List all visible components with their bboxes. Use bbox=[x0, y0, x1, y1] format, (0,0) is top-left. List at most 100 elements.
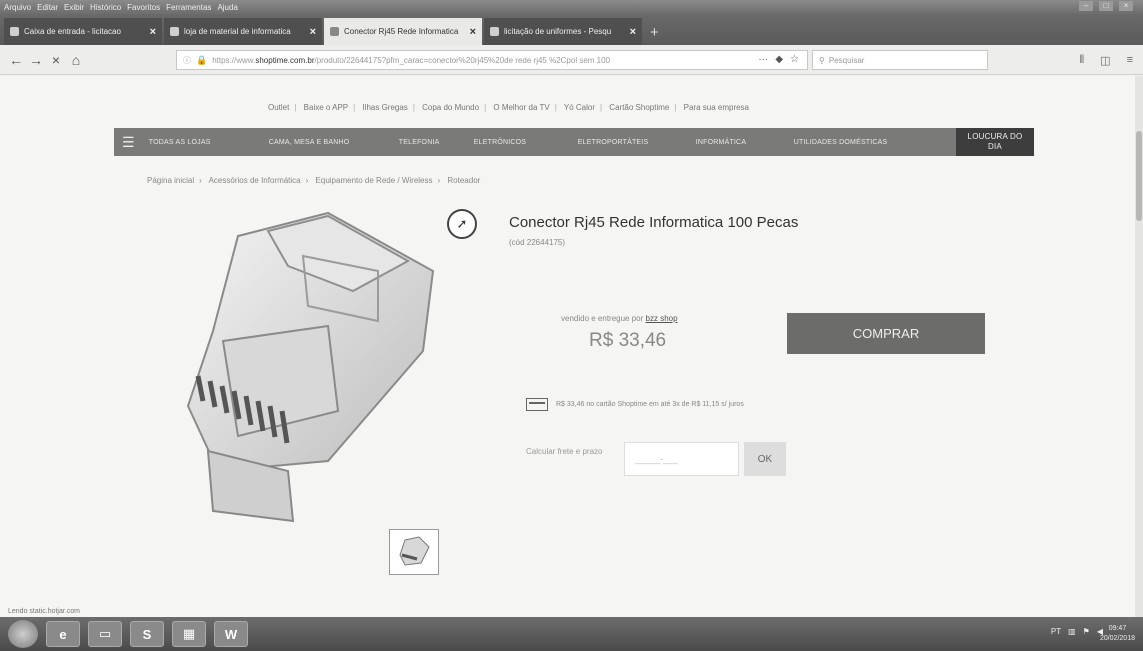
product-price: R$ 33,46 bbox=[589, 330, 667, 351]
flag-icon[interactable]: ⚑ bbox=[1083, 627, 1090, 636]
library-icon[interactable]: ⫴ bbox=[1080, 54, 1085, 67]
menu-burger-icon[interactable]: ☰ bbox=[122, 134, 135, 151]
link-calor[interactable]: Yó Calor bbox=[564, 103, 595, 112]
share-button[interactable]: ➚ bbox=[447, 209, 477, 239]
ie-app-icon[interactable]: e bbox=[46, 621, 80, 647]
menu-view[interactable]: Exibir bbox=[64, 3, 84, 12]
nav-informatica[interactable]: INFORMÁTICA bbox=[696, 139, 794, 146]
breadcrumb-rede[interactable]: Equipamento de Rede / Wireless bbox=[316, 176, 433, 185]
ok-button[interactable]: OK bbox=[744, 442, 786, 476]
close-window-icon[interactable]: × bbox=[1119, 1, 1133, 11]
status-text: Lendo static.hotjar.com bbox=[8, 608, 80, 615]
clock[interactable]: 09:47 20/02/2018 bbox=[1100, 624, 1135, 644]
toolbar-right: ⫴ ◫ ≡ bbox=[1080, 54, 1133, 67]
category-nav: ☰ TODAS AS LOJAS CAMA, MESA E BANHO TELE… bbox=[114, 128, 1034, 156]
share-arrow-icon: ➚ bbox=[456, 216, 468, 231]
breadcrumb-home[interactable]: Página inicial bbox=[147, 176, 194, 185]
google-favicon-icon bbox=[490, 27, 499, 36]
mail-favicon-icon bbox=[10, 27, 19, 36]
tab-search-uniformes[interactable]: licitação de uniformes - Pesqu × bbox=[484, 18, 642, 45]
close-tab-icon[interactable]: × bbox=[150, 26, 156, 38]
menu-bookmarks[interactable]: Favoritos bbox=[127, 3, 160, 12]
browser-menubar: Arquivo Editar Exibir Histórico Favorito… bbox=[0, 0, 1143, 14]
top-links: Outlet | Baixe o APP | Ilhas Gregas | Copa … bbox=[268, 103, 750, 112]
forward-icon[interactable]: → bbox=[26, 52, 46, 68]
start-button[interactable] bbox=[8, 620, 38, 648]
breadcrumb-acessorios[interactable]: Acessórios de Informática bbox=[209, 176, 301, 185]
cep-input[interactable]: _____-___ bbox=[624, 442, 739, 476]
product-image[interactable] bbox=[178, 211, 440, 531]
nav-todas-lojas[interactable]: TODAS AS LOJAS bbox=[149, 139, 269, 146]
link-copa[interactable]: Copa do Mundo bbox=[422, 103, 479, 112]
seller-link[interactable]: bzz shop bbox=[646, 314, 678, 323]
product-thumbnail[interactable] bbox=[389, 529, 439, 575]
seller-info: vendido e entregue por bzz shop bbox=[561, 314, 678, 323]
url-actions: ··· ◆ ☆ bbox=[758, 54, 799, 65]
search-input[interactable]: ⚲ Pesquisar bbox=[812, 50, 988, 70]
shoptime-favicon-icon bbox=[330, 27, 339, 36]
system-tray: PT ▥ ⚑ ◀ bbox=[1051, 627, 1103, 636]
stop-icon[interactable]: × bbox=[46, 52, 66, 68]
promo-loucura-do-dia[interactable]: LOUCURA DO DIA bbox=[956, 128, 1034, 156]
back-icon[interactable]: ← bbox=[6, 52, 26, 68]
link-empresa[interactable]: Para sua empresa bbox=[684, 103, 749, 112]
link-tv[interactable]: O Melhor da TV bbox=[493, 103, 549, 112]
tab-product[interactable]: Conector Rj45 Rede Informatica × bbox=[324, 18, 482, 45]
scrollbar-thumb[interactable] bbox=[1136, 131, 1142, 221]
explorer-app-icon[interactable]: ▭ bbox=[88, 621, 122, 647]
nav-eletronicos[interactable]: ELETRÔNICOS bbox=[474, 139, 578, 146]
installment-info: R$ 33,46 no cartão Shoptime em até 3x de… bbox=[526, 398, 744, 411]
info-icon[interactable]: ⓘ bbox=[183, 55, 191, 66]
page-actions-icon[interactable]: ··· bbox=[758, 54, 768, 65]
tab-title: Caixa de entrada - licitacao bbox=[24, 27, 121, 36]
maximize-icon[interactable]: □ bbox=[1099, 1, 1113, 11]
link-ilhas[interactable]: Ilhas Gregas bbox=[362, 103, 407, 112]
nav-eletroportateis[interactable]: ELETROPORTÁTEIS bbox=[578, 139, 696, 146]
excel-app-icon[interactable]: ▦ bbox=[172, 621, 206, 647]
breadcrumb-roteador[interactable]: Roteador bbox=[447, 176, 480, 185]
installment-text: R$ 33,46 no cartão Shoptime em até 3x de… bbox=[556, 401, 744, 408]
tab-strip: Caixa de entrada - licitacao × loja de m… bbox=[0, 14, 1143, 45]
url-bar[interactable]: ⓘ 🔒 https://www.shoptime.com.br/produto/… bbox=[176, 50, 808, 70]
shipping-label: Calcular frete e prazo bbox=[526, 447, 603, 456]
navigation-bar: ← → × ⌂ ⓘ 🔒 https://www.shoptime.com.br/… bbox=[0, 45, 1143, 75]
link-outlet[interactable]: Outlet bbox=[268, 103, 289, 112]
link-app[interactable]: Baixe o APP bbox=[304, 103, 348, 112]
close-tab-icon[interactable]: × bbox=[470, 26, 476, 38]
nav-utilidades[interactable]: UTILIDADES DOMÉSTICAS bbox=[794, 139, 888, 146]
window-controls: – □ × bbox=[1079, 1, 1133, 11]
sidebar-icon[interactable]: ◫ bbox=[1100, 54, 1110, 67]
product-title: Conector Rj45 Rede Informatica 100 Pecas bbox=[509, 214, 799, 231]
hamburger-menu-icon[interactable]: ≡ bbox=[1127, 54, 1133, 67]
tab-email[interactable]: Caixa de entrada - licitacao × bbox=[4, 18, 162, 45]
menu-file[interactable]: Arquivo bbox=[4, 3, 31, 12]
skype-app-icon[interactable]: S bbox=[130, 621, 164, 647]
minimize-icon[interactable]: – bbox=[1079, 1, 1093, 11]
home-icon[interactable]: ⌂ bbox=[66, 52, 86, 68]
new-tab-icon[interactable]: + bbox=[650, 24, 659, 41]
close-tab-icon[interactable]: × bbox=[310, 26, 316, 38]
bookmark-star-icon[interactable]: ☆ bbox=[790, 54, 799, 65]
menu-history[interactable]: Histórico bbox=[90, 3, 121, 12]
language-indicator[interactable]: PT bbox=[1051, 627, 1061, 636]
promo-line: LOUCURA DO bbox=[967, 132, 1023, 141]
tab-search-loja[interactable]: loja de material de informatica × bbox=[164, 18, 322, 45]
page-scrollbar[interactable] bbox=[1135, 76, 1143, 617]
nav-telefonia[interactable]: TELEFONIA bbox=[399, 139, 474, 146]
clock-time: 09:47 bbox=[1108, 625, 1127, 632]
menu-edit[interactable]: Editar bbox=[37, 3, 58, 12]
network-icon[interactable]: ▥ bbox=[1068, 627, 1076, 636]
lock-icon: 🔒 bbox=[196, 54, 208, 65]
thumbnail-image bbox=[399, 536, 430, 566]
pocket-icon[interactable]: ◆ bbox=[775, 54, 783, 65]
word-app-icon[interactable]: W bbox=[214, 621, 248, 647]
tab-title: Conector Rj45 Rede Informatica bbox=[344, 27, 459, 36]
menu-tools[interactable]: Ferramentas bbox=[166, 3, 211, 12]
link-cartao[interactable]: Cartão Shoptime bbox=[609, 103, 669, 112]
url-text[interactable]: https://www.shoptime.com.br/produto/2264… bbox=[212, 56, 807, 65]
promo-line: DIA bbox=[988, 142, 1002, 151]
buy-button[interactable]: COMPRAR bbox=[787, 313, 985, 354]
nav-cama-mesa[interactable]: CAMA, MESA E BANHO bbox=[269, 139, 399, 146]
close-tab-icon[interactable]: × bbox=[630, 26, 636, 38]
menu-help[interactable]: Ajuda bbox=[217, 3, 237, 12]
